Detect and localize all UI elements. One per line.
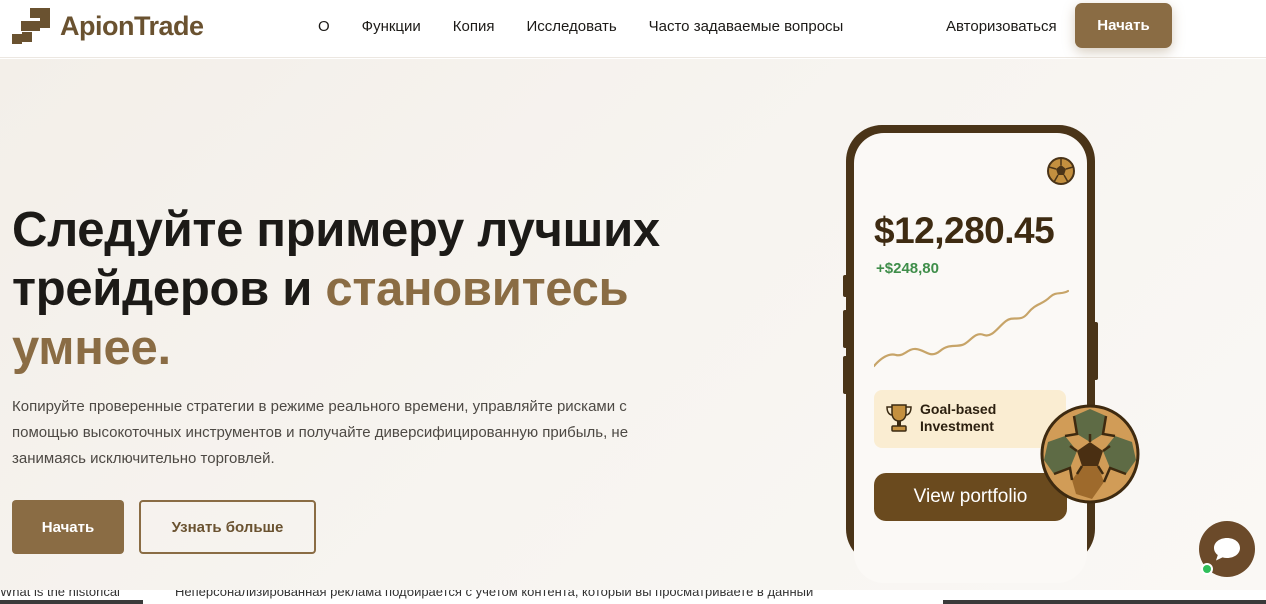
goal-label: Goal-based Investment	[920, 401, 996, 435]
main-nav: О Функции Копия Исследовать Часто задава…	[318, 18, 843, 35]
cookie-main-text: Неперсонализированная реклама подбираетс…	[175, 590, 814, 599]
soccer-ball-icon	[1040, 404, 1140, 504]
logo-text: ApionTrade	[60, 10, 204, 41]
strip-divider	[0, 600, 143, 604]
hero-headline: Следуйте примеру лучших трейдеров и стан…	[12, 201, 732, 378]
phone-side-button	[1093, 322, 1098, 380]
login-link[interactable]: Авторизоваться	[946, 18, 1057, 35]
goal-line-2: Investment	[920, 418, 994, 434]
goal-line-1: Goal-based	[920, 401, 997, 417]
strip-divider	[943, 600, 1266, 604]
trophy-icon	[886, 404, 912, 432]
phone-side-button	[843, 356, 848, 394]
site-header: ApionTrade О Функции Копия Исследовать Ч…	[0, 0, 1266, 58]
hero-subtitle: Копируйте проверенные стратегии в режиме…	[12, 398, 629, 467]
learn-more-button[interactable]: Узнать больше	[139, 500, 316, 554]
phone-side-button	[843, 275, 848, 297]
logo[interactable]: ApionTrade	[12, 8, 204, 44]
chat-bubble-icon	[1214, 538, 1240, 561]
nav-item-about[interactable]: О	[318, 18, 330, 35]
logo-mark-icon	[12, 8, 50, 44]
phone-screen: $12,280.45 +$248,80 Goal-based Investmen…	[854, 133, 1087, 583]
cookie-left-text: What is the historical	[0, 590, 120, 599]
portfolio-balance: $12,280.45	[874, 210, 1055, 251]
hero-start-button[interactable]: Начать	[12, 500, 124, 554]
nav-item-features[interactable]: Функции	[362, 18, 421, 35]
nav-item-copy[interactable]: Копия	[453, 18, 495, 35]
portfolio-change: +$248,80	[876, 260, 939, 277]
soccer-ball-icon	[1047, 157, 1075, 185]
phone-side-button	[843, 310, 848, 348]
online-status-dot	[1201, 563, 1213, 575]
view-portfolio-button[interactable]: View portfolio	[874, 473, 1067, 521]
goal-investment-card[interactable]: Goal-based Investment	[874, 390, 1066, 448]
portfolio-sparkline	[874, 289, 1069, 368]
nav-item-explore[interactable]: Исследовать	[527, 18, 617, 35]
nav-item-faq[interactable]: Часто задаваемые вопросы	[649, 18, 844, 35]
cookie-notice-strip: What is the historical Неперсонализирова…	[0, 590, 1266, 604]
header-start-button[interactable]: Начать	[1075, 3, 1172, 48]
